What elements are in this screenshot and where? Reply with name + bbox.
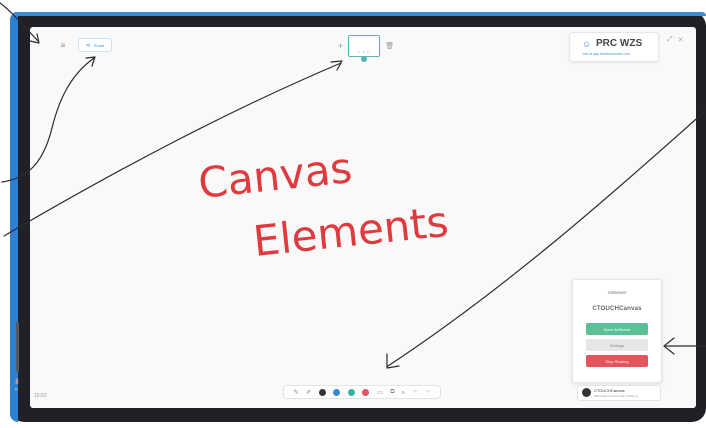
thumb-menu-icon[interactable]: • • • (358, 49, 369, 54)
airserver-connect-name: CTOUCHCanvas (594, 388, 625, 393)
share-icon: ⋖ (85, 42, 91, 49)
expand-icon[interactable]: ⤢ (667, 36, 673, 44)
page-navigator: + • • • 🗑 (338, 31, 394, 62)
menu-button[interactable]: ≡ (43, 38, 83, 52)
color-swatch-blue[interactable] (333, 388, 341, 396)
color-swatch-red[interactable] (362, 388, 370, 396)
airserver-brand: CTOUCHCanvas (592, 306, 642, 312)
close-icon[interactable]: ✕ (678, 36, 684, 44)
copy-icon[interactable]: ⧉ (390, 389, 394, 396)
drawing-toolbar: ✎ ✐ ▭ ⧉ ▹ ↶ ↷ (283, 385, 441, 399)
side-drawer-handle[interactable] (16, 322, 19, 372)
user-icon: ☺ (582, 39, 592, 49)
hamburger-menu-icon: ≡ (60, 40, 66, 50)
share-button[interactable]: ⋖ Share (78, 38, 112, 52)
open-airserver-button[interactable]: Open AirServer (586, 323, 648, 335)
side-quick-icons[interactable]: ▮ ▸ (15, 378, 19, 394)
clock: 15:53 (34, 393, 47, 399)
stop-sharing-button[interactable]: Stop Sharing (586, 355, 648, 367)
airserver-heading: AirServer (607, 290, 627, 295)
eraser-icon[interactable]: ▭ (377, 389, 383, 396)
color-swatch-green[interactable] (347, 388, 355, 396)
bezel-accent-top (12, 12, 706, 16)
window-controls: ⤢ ✕ (667, 36, 683, 44)
airserver-logo-icon (582, 388, 591, 397)
select-icon[interactable]: ▹ (402, 389, 405, 396)
share-label: Share (93, 42, 105, 48)
airserver-panel: AirServer CTOUCHCanvas Open AirServer Se… (572, 279, 662, 383)
page-thumbnail[interactable]: • • • (348, 35, 381, 62)
color-swatch-black[interactable] (318, 388, 326, 396)
airserver-settings-button[interactable]: Settings (586, 339, 648, 351)
session-title: PRC WZS (596, 38, 643, 49)
redo-icon[interactable]: ↷ (425, 389, 430, 396)
add-page-button[interactable]: + (338, 41, 343, 51)
session-card[interactable]: ☺ PRC WZS Join at app.flowthecanvas.com (569, 32, 659, 62)
airserver-connect-bar[interactable]: CTOUCHCanvas Wirelessly connect with Air… (577, 385, 661, 401)
undo-icon[interactable]: ↶ (413, 389, 418, 396)
trash-icon[interactable]: 🗑 (385, 42, 394, 50)
session-join-link[interactable]: Join at app.flowthecanvas.com (582, 52, 630, 56)
marker-icon[interactable]: ✐ (306, 389, 311, 396)
pen-icon[interactable]: ✎ (294, 389, 299, 396)
airserver-connect-subtitle: Wirelessly connect with AirServer (594, 394, 639, 398)
